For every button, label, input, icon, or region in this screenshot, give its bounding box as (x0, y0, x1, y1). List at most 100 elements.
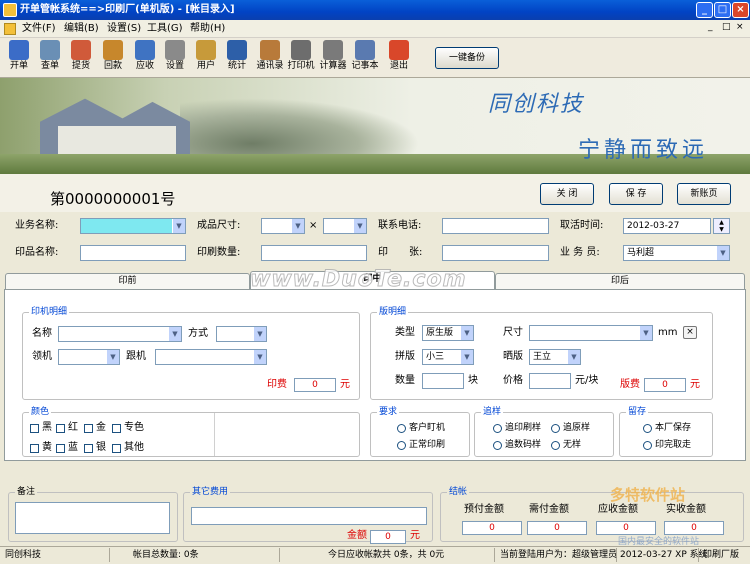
toolbar-receivable-button[interactable]: 应收 (130, 39, 160, 77)
menu-settings[interactable]: 设置(S) (103, 22, 145, 36)
settle-value-input[interactable]: 0 (527, 521, 587, 535)
toolbar-statistics-button[interactable]: 统计 (222, 39, 252, 77)
mdi-min-button[interactable]: _ (708, 22, 713, 32)
product-name-input[interactable] (80, 245, 186, 261)
color-checkbox[interactable] (112, 424, 121, 433)
plate-qty-input[interactable] (422, 373, 464, 389)
toolbar-settings-button[interactable]: 设置 (160, 39, 190, 77)
close-window-button[interactable]: × (732, 2, 749, 18)
color-option-label: 蓝 (68, 442, 78, 453)
plate-size-label: 尺寸 (503, 327, 523, 338)
salesman-select[interactable]: 马利超 ▼ (623, 245, 730, 261)
color-checkbox[interactable] (84, 444, 93, 453)
settle-value-input[interactable]: 0 (664, 521, 724, 535)
settle-value-input[interactable]: 0 (462, 521, 522, 535)
maximize-button[interactable]: □ (714, 2, 731, 18)
search-order-icon (40, 40, 60, 60)
plate-price-input[interactable] (529, 373, 571, 389)
window-title: 开单管帐系统==>印刷厂(单机版) - [帐目录入] (20, 4, 235, 15)
amount-input[interactable]: 0 (370, 530, 406, 544)
chevron-down-icon: ▼ (253, 327, 266, 341)
tab-postpress[interactable]: 印后 (495, 273, 745, 289)
backup-button[interactable]: 一键备份 (435, 47, 499, 69)
menu-tools[interactable]: 工具(G) (143, 22, 187, 36)
radio-no-sample[interactable] (551, 441, 560, 450)
imposition-select[interactable]: 小三 ▼ (422, 349, 474, 365)
toolbar-search-order-button[interactable]: 查单 (35, 39, 65, 77)
size-width-select[interactable]: ▼ (261, 218, 305, 234)
menu-file[interactable]: 文件(F) (18, 22, 60, 36)
product-name-label: 印品名称: (15, 247, 59, 258)
radio-chase-original[interactable] (551, 424, 560, 433)
radio-take-away[interactable] (643, 441, 652, 450)
press-detail-title: 印机明细 (29, 306, 70, 318)
banner: 同创科技 宁静而致远 (0, 78, 750, 174)
menu-edit[interactable]: 编辑(B) (60, 22, 103, 36)
exposure-select[interactable]: 王立 ▼ (529, 349, 581, 365)
radio-chase-digital[interactable] (493, 441, 502, 450)
follow-operator-select[interactable]: ▼ (155, 349, 267, 365)
chevron-down-icon: ▼ (567, 350, 580, 364)
phone-input[interactable] (442, 218, 549, 234)
color-checkbox[interactable] (30, 444, 39, 453)
toolbar-pickup-button[interactable]: 提货 (66, 39, 96, 77)
sheet-input[interactable] (442, 245, 549, 261)
radio-chase-original-label: 追原样 (563, 423, 591, 433)
lead-operator-label: 领机 (32, 351, 52, 362)
radio-chase-digital-label: 追数码样 (505, 440, 542, 450)
press-name-select[interactable]: ▼ (58, 326, 182, 342)
business-name-select[interactable]: ▼ (80, 218, 186, 234)
toolbar-create-order-button[interactable]: 开单 (4, 39, 34, 77)
pickup-time-label: 取活时间: (560, 220, 604, 231)
title-bar: 开单管帐系统==>印刷厂(单机版) - [帐目录入] _ □ × (0, 0, 750, 20)
mdi-close-button[interactable]: × (736, 22, 744, 32)
minimize-button[interactable]: _ (696, 2, 713, 18)
save-button[interactable]: 保 存 (609, 183, 663, 205)
toolbar-label: 提货 (71, 61, 90, 71)
other-fee-input[interactable] (191, 507, 427, 525)
close-button[interactable]: 关 闭 (540, 183, 594, 205)
radio-chase-print[interactable] (493, 424, 502, 433)
toolbar-payment-back-button[interactable]: 回款 (98, 39, 128, 77)
toolbar-notepad-button[interactable]: 记事本 (350, 39, 380, 77)
print-qty-input[interactable] (261, 245, 367, 261)
pickup-time-input[interactable]: 2012-03-27 (623, 218, 711, 234)
exposure-label: 晒版 (503, 351, 523, 362)
tab-prepress[interactable]: 印前 (5, 273, 250, 289)
clear-size-button[interactable]: × (683, 326, 697, 339)
date-spinner[interactable]: ▲ ▼ (713, 218, 730, 234)
plate-size-select[interactable]: ▼ (529, 325, 653, 341)
menu-help[interactable]: 帮助(H) (186, 22, 229, 36)
toolbar-calculator-button[interactable]: 计算器 (318, 39, 348, 77)
radio-client-watch-label: 客户盯机 (409, 423, 446, 433)
press-fee-input[interactable]: 0 (294, 378, 336, 392)
radio-normal-print[interactable] (397, 441, 406, 450)
plate-price-label: 价格 (503, 375, 523, 386)
radio-keep-factory[interactable] (643, 424, 652, 433)
toolbar-user-button[interactable]: 用户 (191, 39, 221, 77)
toolbar-exit-button[interactable]: 退出 (384, 39, 414, 77)
size-height-select[interactable]: ▼ (323, 218, 367, 234)
remark-input[interactable] (15, 502, 170, 534)
press-fee-label: 印费 (267, 379, 287, 390)
radio-client-watch[interactable] (397, 424, 406, 433)
status-company: 同创科技 (2, 548, 110, 562)
color-checkbox[interactable] (56, 424, 65, 433)
settle-value-input[interactable]: 0 (596, 521, 656, 535)
press-method-select[interactable]: ▼ (216, 326, 267, 342)
toolbar-label: 记事本 (351, 61, 379, 71)
new-page-button[interactable]: 新账页 (677, 183, 731, 205)
mdi-restore-button[interactable]: □ (722, 22, 731, 32)
press-method-label: 方式 (188, 328, 208, 339)
color-checkbox[interactable] (112, 444, 121, 453)
plate-type-select[interactable]: 原生版 ▼ (422, 325, 474, 341)
toolbar-printer-button[interactable]: 打印机 (286, 39, 316, 77)
statistics-icon (227, 40, 247, 60)
toolbar-label: 设置 (165, 61, 184, 71)
color-checkbox[interactable] (56, 444, 65, 453)
color-checkbox[interactable] (84, 424, 93, 433)
lead-operator-select[interactable]: ▼ (58, 349, 120, 365)
plate-fee-input[interactable]: 0 (644, 378, 686, 392)
toolbar-contacts-button[interactable]: 通讯录 (255, 39, 285, 77)
color-checkbox[interactable] (30, 424, 39, 433)
